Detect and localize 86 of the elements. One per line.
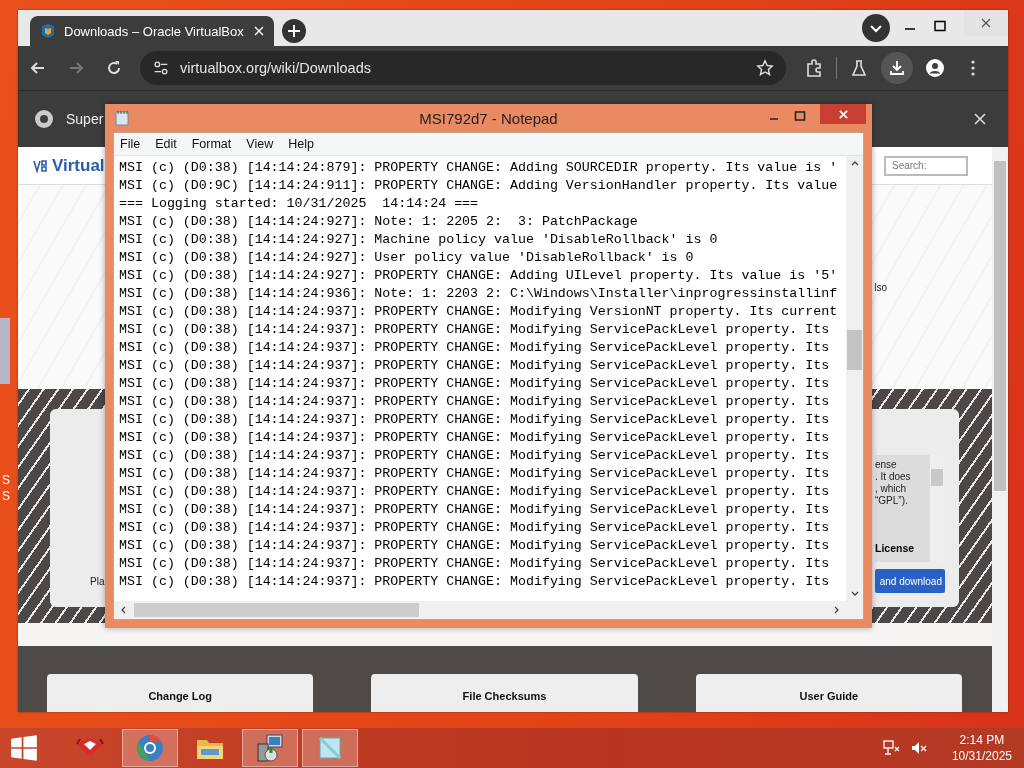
log-line: MSI (c) (D0:38) [14:14:24:927]: PROPERTY CHANGE: Adding UILevel property. Its value is '5' bbox=[119, 267, 838, 285]
log-line: MSI (c) (D0:38) [14:14:24:927]: Machine policy value 'DisableRollback' is 0 bbox=[119, 231, 718, 249]
site-info-icon[interactable] bbox=[152, 59, 170, 77]
log-line: MSI (c) (D0:38) [14:14:24:937]: PROPERTY CHANGE: Modifying ServicePackLevel property. Its bbox=[119, 537, 830, 555]
log-line: MSI (c) (D0:38) [14:14:24:937]: PROPERTY CHANGE: Modifying ServicePackLevel property. Its bbox=[119, 483, 830, 501]
log-line: MSI (c) (D0:38) [14:14:24:937]: PROPERTY CHANGE: Modifying ServicePackLevel property. Its bbox=[119, 321, 830, 339]
window-title: MSI792d7 - Notepad bbox=[418, 109, 559, 127]
computer-disc-icon bbox=[254, 732, 286, 764]
new-tab-icon[interactable] bbox=[282, 19, 306, 43]
scrollbar[interactable] bbox=[992, 147, 1008, 712]
log-line: MSI (c) (D0:38) [14:14:24:937]: PROPERTY CHANGE: Modifying ServicePackLevel property. Its bbox=[119, 339, 830, 357]
log-line: MSI (c) (D0:38) [14:14:24:937]: PROPERTY CHANGE: Modifying ServicePackLevel property. Its bbox=[119, 393, 830, 411]
scroll-thumb[interactable] bbox=[931, 469, 943, 486]
address-bar[interactable]: virtualbox.org/wiki/Downloads bbox=[140, 51, 786, 85]
resource-card[interactable]: Change Log bbox=[47, 674, 314, 712]
cube-icon bbox=[40, 23, 56, 39]
menu-item[interactable]: File bbox=[120, 137, 141, 151]
log-line: === Logging started: 10/31/2025 14:14:24 === bbox=[119, 195, 479, 213]
date-text: 10/31/2025 bbox=[951, 748, 1012, 764]
resource-card[interactable]: User Guide bbox=[695, 674, 962, 712]
desktop-icon-label: S bbox=[2, 472, 10, 488]
download-icon bbox=[887, 58, 907, 78]
taskbar-button[interactable] bbox=[302, 729, 358, 767]
scroll-thumb[interactable] bbox=[994, 161, 1006, 491]
maximize-icon[interactable] bbox=[934, 20, 946, 32]
menu-item[interactable]: View bbox=[246, 137, 274, 151]
card-text: Pla bbox=[90, 576, 105, 587]
card-title: File Checksums bbox=[462, 690, 547, 704]
menu-item[interactable]: Help bbox=[288, 137, 314, 151]
close-icon[interactable] bbox=[974, 113, 986, 125]
clock[interactable]: 2:14 PM 10/31/2025 bbox=[937, 732, 1024, 764]
close-icon bbox=[980, 17, 992, 29]
star-icon[interactable] bbox=[756, 59, 774, 77]
maximize-icon[interactable] bbox=[794, 110, 806, 122]
card-title: User Guide bbox=[799, 690, 859, 704]
log-line: MSI (c) (D0:38) [14:14:24:937]: PROPERTY CHANGE: Modifying ServicePackLevel property. Its bbox=[119, 429, 830, 447]
network-icon[interactable] bbox=[881, 739, 900, 757]
log-line: MSI (c) (D0:38) [14:14:24:937]: PROPERTY CHANGE: Modifying ServicePackLevel property. Its bbox=[119, 375, 830, 393]
log-line: MSI (c) (D0:38) [14:14:24:936]: Note: 1: 2203 2: C:\Windows\Installer\inprogressinstallinf bbox=[119, 285, 838, 303]
log-line: MSI (c) (D0:38) [14:14:24:937]: PROPERTY CHANGE: Modifying ServicePackLevel property. Its bbox=[119, 411, 830, 429]
log-line: MSI (c) (D0:38) [14:14:24:937]: PROPERTY CHANGE: Modifying VersionNT property. Its current bbox=[119, 303, 838, 321]
infobar-text: Super bbox=[66, 111, 104, 127]
log-line: MSI (c) (D0:38) [14:14:24:927]: User policy value 'DisableRollback' is 0 bbox=[119, 249, 694, 267]
license-text: . It does bbox=[875, 471, 912, 483]
log-line: MSI (c) (D0:38) [14:14:24:937]: PROPERTY CHANGE: Modifying ServicePackLevel property. Its bbox=[119, 573, 830, 591]
desktop-icon-label: S bbox=[2, 488, 10, 504]
license-text: , which bbox=[875, 483, 908, 495]
taskbar-button[interactable] bbox=[242, 729, 298, 767]
resource-card[interactable]: File Checksums bbox=[371, 674, 638, 712]
license-text: “GPL”). bbox=[875, 495, 909, 507]
hero-text: lso bbox=[874, 281, 887, 293]
menu-item[interactable]: Format bbox=[191, 137, 232, 151]
download-button[interactable]: and download bbox=[875, 569, 945, 593]
log-line: MSI (c) (D0:38) [14:14:24:937]: PROPERTY CHANGE: Modifying ServicePackLevel property. Its bbox=[119, 555, 830, 573]
log-line: MSI (c) (D0:38) [14:14:24:937]: PROPERTY CHANGE: Modifying ServicePackLevel property. Its bbox=[119, 501, 830, 519]
chrome-logo-icon bbox=[34, 109, 54, 129]
scrollbar[interactable] bbox=[114, 601, 863, 619]
browser-tab[interactable]: Downloads – Oracle VirtualBox bbox=[30, 16, 274, 46]
time-text: 2:14 PM bbox=[959, 732, 1005, 748]
search-field[interactable]: Search: bbox=[884, 155, 968, 176]
card-title: Change Log bbox=[148, 690, 212, 704]
license-heading: License bbox=[875, 542, 916, 554]
license-text: ense bbox=[875, 459, 898, 471]
close-icon bbox=[837, 108, 849, 120]
log-line: MSI (c) (D0:9C) [14:14:24:911]: PROPERTY CHANGE: Adding VersionHandler property. Its value bbox=[119, 177, 838, 195]
log-line: MSI (c) (D0:38) [14:14:24:937]: PROPERTY CHANGE: Modifying ServicePackLevel property. Its bbox=[119, 447, 830, 465]
log-line: MSI (c) (D0:38) [14:14:24:937]: PROPERTY CHANGE: Modifying ServicePackLevel property. Its bbox=[119, 357, 830, 375]
scroll-thumb[interactable] bbox=[847, 330, 862, 370]
scrollbar[interactable] bbox=[846, 156, 863, 601]
taskbar-button[interactable] bbox=[122, 729, 178, 767]
chevron-down-icon[interactable] bbox=[862, 14, 890, 42]
log-line: MSI (c) (D0:38) [14:14:24:937]: PROPERTY CHANGE: Modifying ServicePackLevel property. Its bbox=[119, 465, 830, 483]
windows-start-icon[interactable] bbox=[10, 734, 38, 762]
notepad-icon bbox=[115, 110, 129, 126]
log-line: MSI (c) (D0:38) [14:14:24:937]: PROPERTY CHANGE: Modifying ServicePackLevel property. Its bbox=[119, 519, 830, 537]
download-button[interactable] bbox=[881, 52, 913, 84]
close-button[interactable] bbox=[820, 104, 866, 124]
log-line: MSI (c) (D0:38) [14:14:24:927]: Note: 1: 2205 2: 3: PatchPackage bbox=[119, 213, 638, 231]
browser-icon bbox=[134, 732, 166, 764]
site-logo[interactable]: Virtual bbox=[32, 155, 105, 176]
log-line: MSI (c) (D0:38) [14:14:24:879]: PROPERTY CHANGE: Adding SOURCEDIR property. Its value is ' bbox=[119, 159, 838, 177]
flask-icon[interactable] bbox=[849, 58, 869, 78]
puzzle-icon[interactable] bbox=[804, 58, 824, 78]
scroll-thumb[interactable] bbox=[134, 603, 419, 617]
profile-icon[interactable] bbox=[925, 58, 945, 78]
menu-item[interactable]: Edit bbox=[155, 137, 177, 151]
